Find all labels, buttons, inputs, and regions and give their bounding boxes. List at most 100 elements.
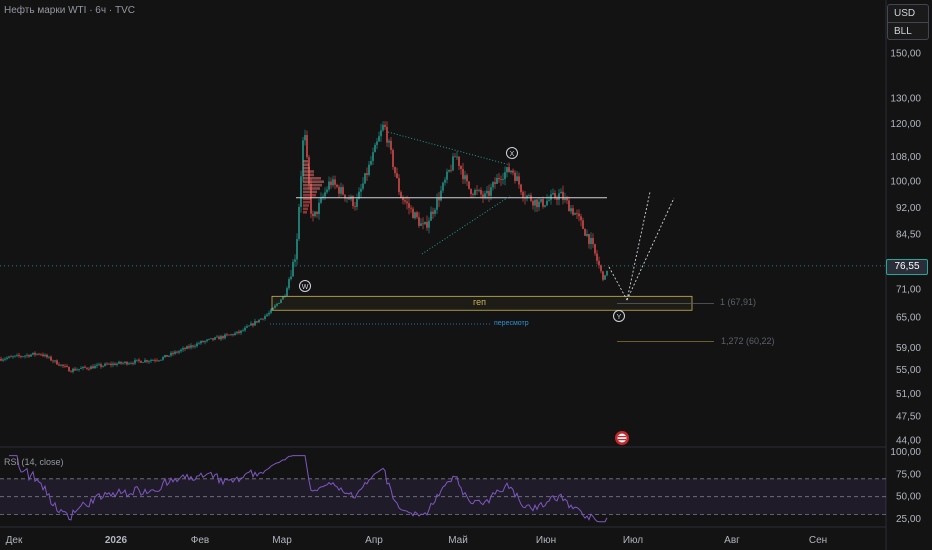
unit-label[interactable]: BLL xyxy=(888,23,928,40)
candle-body xyxy=(78,368,80,370)
time-tick-label: Апр xyxy=(365,535,383,546)
candle-body xyxy=(330,181,332,186)
candle-body xyxy=(192,345,194,347)
chart-canvas[interactable]: 150,00 130,00 120,00 108,00 100,00 92,00 84,50… xyxy=(0,0,932,550)
rsi-indicator-label[interactable]: RSI (14, close) xyxy=(4,457,64,467)
candle-body xyxy=(482,194,484,198)
candle-body xyxy=(400,192,402,198)
candle-body xyxy=(324,192,326,197)
candle-body xyxy=(160,359,162,361)
candle-body xyxy=(124,361,126,363)
candle-body xyxy=(116,363,118,366)
candle-body xyxy=(90,366,92,370)
candle-body xyxy=(406,201,408,204)
candle-body xyxy=(36,353,38,355)
candle-body xyxy=(306,135,308,158)
candle-body xyxy=(68,366,70,372)
candle-body xyxy=(234,333,236,336)
candle-body xyxy=(604,275,606,280)
candle-body xyxy=(542,199,544,207)
candle-body xyxy=(298,206,300,240)
candle-body xyxy=(196,343,198,347)
candle-body xyxy=(304,135,306,141)
candle-body xyxy=(458,156,460,166)
candle-body xyxy=(508,167,510,173)
candle-body xyxy=(2,359,4,361)
candle-body xyxy=(132,363,134,364)
candle-body xyxy=(266,314,268,317)
candle-body xyxy=(148,361,150,362)
candle-body xyxy=(428,220,430,228)
time-tick-label: Июн xyxy=(536,535,556,546)
price-tick-label: 100,00 xyxy=(890,177,921,188)
candle-body xyxy=(490,187,492,196)
candle-body xyxy=(334,179,336,185)
rsi-tick-label: 25,00 xyxy=(896,514,921,525)
candle-body xyxy=(74,368,76,371)
candle-body xyxy=(506,167,508,173)
candle-body xyxy=(368,164,370,175)
candle-body xyxy=(442,182,444,191)
us-flag-event-stripe xyxy=(618,439,626,441)
candle-body xyxy=(94,365,96,369)
candle-body xyxy=(592,238,594,245)
candle-body xyxy=(572,208,574,215)
candle-body xyxy=(472,194,474,195)
price-tick-label: 47,50 xyxy=(896,411,921,422)
candle-body xyxy=(462,169,464,180)
projection-up-line-2 xyxy=(626,197,675,301)
candle-body xyxy=(416,212,418,218)
candle-body xyxy=(544,205,546,207)
candle-body xyxy=(316,211,318,215)
candle-body xyxy=(486,190,488,194)
candle-body xyxy=(240,330,242,333)
candle-body xyxy=(434,209,436,214)
candle-body xyxy=(194,346,196,348)
candle-body xyxy=(84,366,86,368)
candle-body xyxy=(582,220,584,229)
candle-body xyxy=(380,130,382,137)
currency-label[interactable]: USD xyxy=(888,5,928,23)
candle-body xyxy=(320,197,322,203)
currency-unit-box[interactable]: USD BLL xyxy=(887,4,929,40)
candle-body xyxy=(268,312,270,315)
price-tick-label: 44,00 xyxy=(896,436,921,447)
candle-body xyxy=(328,181,330,190)
candle-body xyxy=(364,173,366,184)
candle-body xyxy=(260,318,262,320)
candle-body xyxy=(356,198,358,207)
candle-body xyxy=(448,170,450,172)
candle-body xyxy=(336,184,338,187)
volume-profile-bar xyxy=(303,207,308,211)
candle-body xyxy=(122,362,124,364)
candle-body xyxy=(48,356,50,358)
candle-body xyxy=(256,321,258,323)
candle-body xyxy=(476,190,478,191)
candle-body xyxy=(470,188,472,195)
candle-body xyxy=(426,221,428,228)
fib-1272-label: 1,272 (60,22) xyxy=(721,336,775,346)
candle-body xyxy=(300,176,302,207)
candle-body xyxy=(220,336,222,340)
candle-body xyxy=(106,363,108,365)
candle-body xyxy=(516,176,518,181)
candle-body xyxy=(446,171,448,180)
price-tick-label: 55,00 xyxy=(896,365,921,376)
price-tick-label: 150,00 xyxy=(890,49,921,60)
candle-body xyxy=(164,354,166,358)
candle-body xyxy=(64,365,66,367)
candle-body xyxy=(104,363,106,366)
candle-body xyxy=(146,360,148,362)
candle-body xyxy=(532,200,534,206)
candle-body xyxy=(546,200,548,206)
candle-body xyxy=(388,140,390,143)
candle-body xyxy=(440,190,442,201)
symbol-title[interactable]: Нефть марки WTI · 6ч · TVC xyxy=(4,5,135,16)
candle-body xyxy=(354,205,356,207)
candle-body xyxy=(602,271,604,280)
candle-body xyxy=(88,368,90,370)
candle-body xyxy=(394,166,396,174)
candle-body xyxy=(222,336,224,339)
projection-down-line xyxy=(608,266,628,301)
candle-body xyxy=(414,212,416,219)
